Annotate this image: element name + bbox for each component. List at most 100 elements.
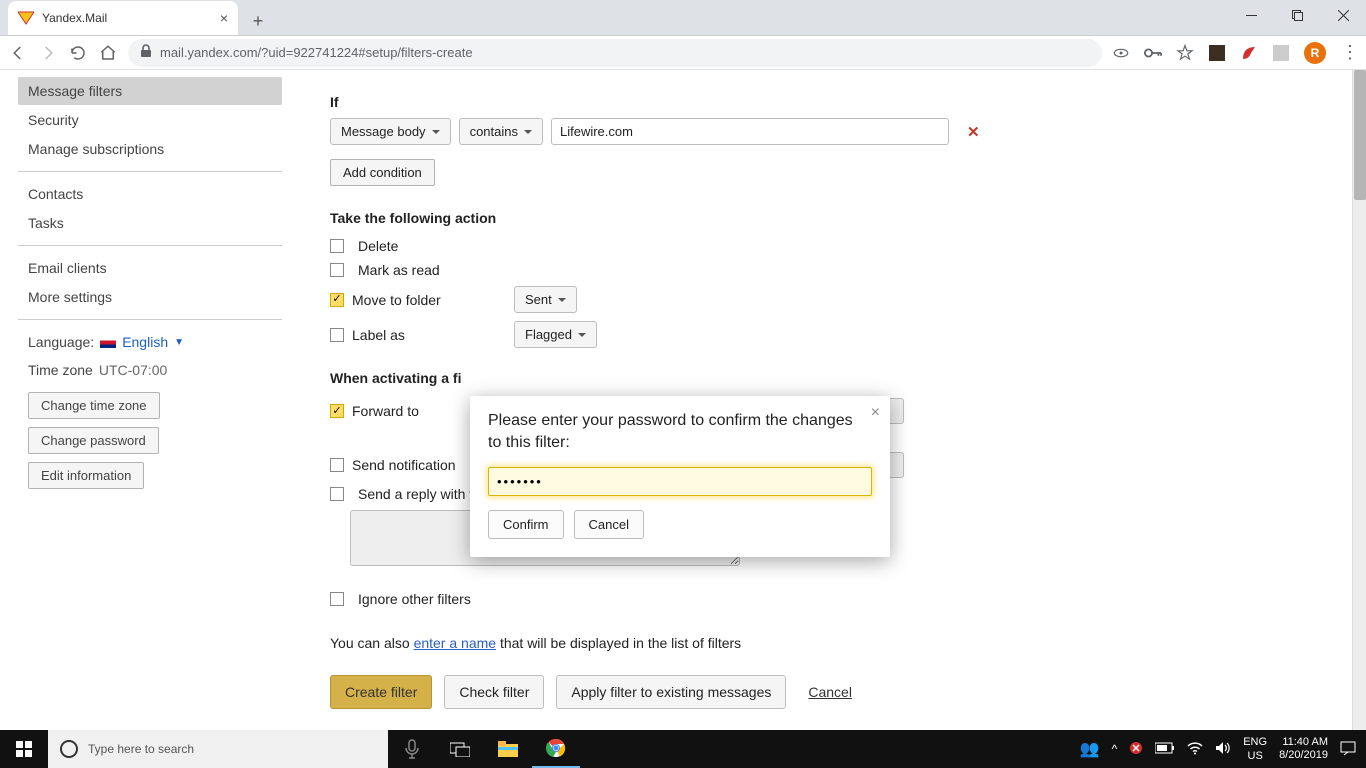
timezone-label: Time zone [28, 362, 93, 378]
create-filter-button[interactable]: Create filter [330, 675, 432, 709]
profile-avatar[interactable]: R [1304, 42, 1326, 64]
settings-sidebar: Message filters Security Manage subscrip… [0, 70, 300, 730]
eye-icon[interactable] [1112, 44, 1130, 62]
sidebar-item-message-filters[interactable]: Message filters [18, 77, 282, 105]
action-section-label: Take the following action [330, 210, 990, 226]
ignore-filters-checkbox[interactable] [330, 592, 344, 606]
cortana-icon [60, 740, 78, 758]
sidebar-item-email-clients[interactable]: Email clients [18, 254, 282, 282]
browser-menu-icon[interactable]: ⋮ [1340, 44, 1358, 62]
remove-condition-icon[interactable]: ✕ [967, 123, 980, 141]
folder-dropdown[interactable]: Sent [514, 286, 577, 313]
browser-tab[interactable]: Yandex.Mail × [8, 1, 238, 35]
divider [18, 319, 282, 320]
notifications-icon[interactable] [1340, 740, 1356, 759]
page-scrollbar[interactable] [1352, 70, 1366, 730]
forward-checkbox[interactable] [330, 404, 344, 418]
browser-toolbar: mail.yandex.com/?uid=922741224#setup/fil… [0, 36, 1366, 70]
language-value: English [122, 334, 168, 350]
mic-icon[interactable] [388, 730, 436, 768]
change-timezone-button[interactable]: Change time zone [28, 392, 160, 419]
sidebar-item-subscriptions[interactable]: Manage subscriptions [18, 135, 282, 163]
file-explorer-icon[interactable] [484, 730, 532, 768]
page-content: Message filters Security Manage subscrip… [0, 70, 1366, 730]
ignore-filters-label: Ignore other filters [358, 591, 471, 607]
modal-title: Please enter your password to confirm th… [488, 410, 872, 455]
check-filter-button[interactable]: Check filter [444, 675, 544, 709]
people-icon[interactable]: 👥 [1080, 739, 1100, 759]
mark-read-checkbox[interactable] [330, 263, 344, 277]
sidebar-item-more-settings[interactable]: More settings [18, 283, 282, 311]
url-text: mail.yandex.com/?uid=922741224#setup/fil… [160, 45, 473, 60]
chevron-down-icon [558, 298, 566, 302]
windows-taskbar: Type here to search 👥 ^ ENG US 11:40 AM [0, 730, 1366, 768]
star-icon[interactable] [1176, 44, 1194, 62]
minimize-button[interactable] [1228, 0, 1274, 30]
sidebar-item-tasks[interactable]: Tasks [18, 209, 282, 237]
tray-lang1[interactable]: ENG [1243, 735, 1267, 749]
label-as-checkbox[interactable] [330, 328, 344, 342]
password-input[interactable] [488, 467, 872, 496]
back-button[interactable] [8, 43, 28, 63]
wifi-icon[interactable] [1187, 741, 1203, 758]
extension-1-icon[interactable] [1208, 44, 1226, 62]
key-icon[interactable] [1144, 44, 1162, 62]
notification-checkbox[interactable] [330, 458, 344, 472]
divider [18, 245, 282, 246]
language-row[interactable]: Language: English ▼ [18, 328, 282, 356]
tray-chevron-icon[interactable]: ^ [1112, 742, 1118, 756]
timezone-row: Time zone UTC-07:00 [18, 356, 282, 384]
edit-information-button[interactable]: Edit information [28, 462, 144, 489]
tray-status-icon[interactable] [1129, 741, 1143, 758]
reload-button[interactable] [68, 43, 88, 63]
window-controls [1228, 0, 1366, 36]
move-folder-checkbox[interactable] [330, 293, 344, 307]
chevron-down-icon: ▼ [174, 337, 184, 348]
start-button[interactable] [0, 730, 48, 768]
volume-icon[interactable] [1215, 741, 1231, 758]
footnote: You can also enter a name that will be d… [330, 635, 990, 651]
mark-read-label: Mark as read [358, 262, 440, 278]
battery-icon[interactable] [1155, 742, 1175, 757]
field-dropdown[interactable]: Message body [330, 118, 451, 145]
label-as-label: Label as [352, 327, 405, 343]
enter-name-link[interactable]: enter a name [414, 635, 497, 651]
tray-lang2[interactable]: US [1243, 749, 1267, 763]
sidebar-item-contacts[interactable]: Contacts [18, 180, 282, 208]
condition-value-input[interactable]: Lifewire.com [551, 118, 949, 145]
maximize-button[interactable] [1274, 0, 1320, 30]
home-button[interactable] [98, 43, 118, 63]
scrollbar-thumb[interactable] [1354, 70, 1366, 200]
delete-checkbox[interactable] [330, 239, 344, 253]
lock-icon [140, 44, 152, 61]
label-dropdown[interactable]: Flagged [514, 321, 597, 348]
extension-2-icon[interactable] [1240, 44, 1258, 62]
close-window-button[interactable] [1320, 0, 1366, 30]
condition-row: Message body contains Lifewire.com ✕ [330, 118, 990, 145]
reply-checkbox[interactable] [330, 487, 344, 501]
sidebar-item-security[interactable]: Security [18, 106, 282, 134]
move-folder-label: Move to folder [352, 292, 441, 308]
address-bar[interactable]: mail.yandex.com/?uid=922741224#setup/fil… [128, 39, 1102, 67]
flag-icon [100, 337, 116, 348]
confirm-button[interactable]: Confirm [488, 510, 564, 539]
tab-close-icon[interactable]: × [220, 10, 228, 26]
window-titlebar: Yandex.Mail × + [0, 0, 1366, 36]
taskbar-search[interactable]: Type here to search [48, 730, 388, 768]
new-tab-button[interactable]: + [244, 7, 272, 35]
if-section-label: If [330, 94, 990, 110]
when-activating-label: When activating a fi [330, 370, 990, 386]
task-view-icon[interactable] [436, 730, 484, 768]
cancel-button[interactable]: Cancel [574, 510, 644, 539]
chrome-icon[interactable] [532, 730, 580, 768]
operator-dropdown[interactable]: contains [459, 118, 543, 145]
cancel-link[interactable]: Cancel [808, 684, 852, 700]
modal-close-icon[interactable]: × [871, 404, 880, 422]
apply-filter-button[interactable]: Apply filter to existing messages [556, 675, 786, 709]
forward-button[interactable] [38, 43, 58, 63]
change-password-button[interactable]: Change password [28, 427, 159, 454]
add-condition-button[interactable]: Add condition [330, 159, 435, 186]
chevron-down-icon [524, 130, 532, 134]
tray-clock[interactable]: 11:40 AM 8/20/2019 [1279, 736, 1328, 762]
extension-3-icon[interactable] [1272, 44, 1290, 62]
